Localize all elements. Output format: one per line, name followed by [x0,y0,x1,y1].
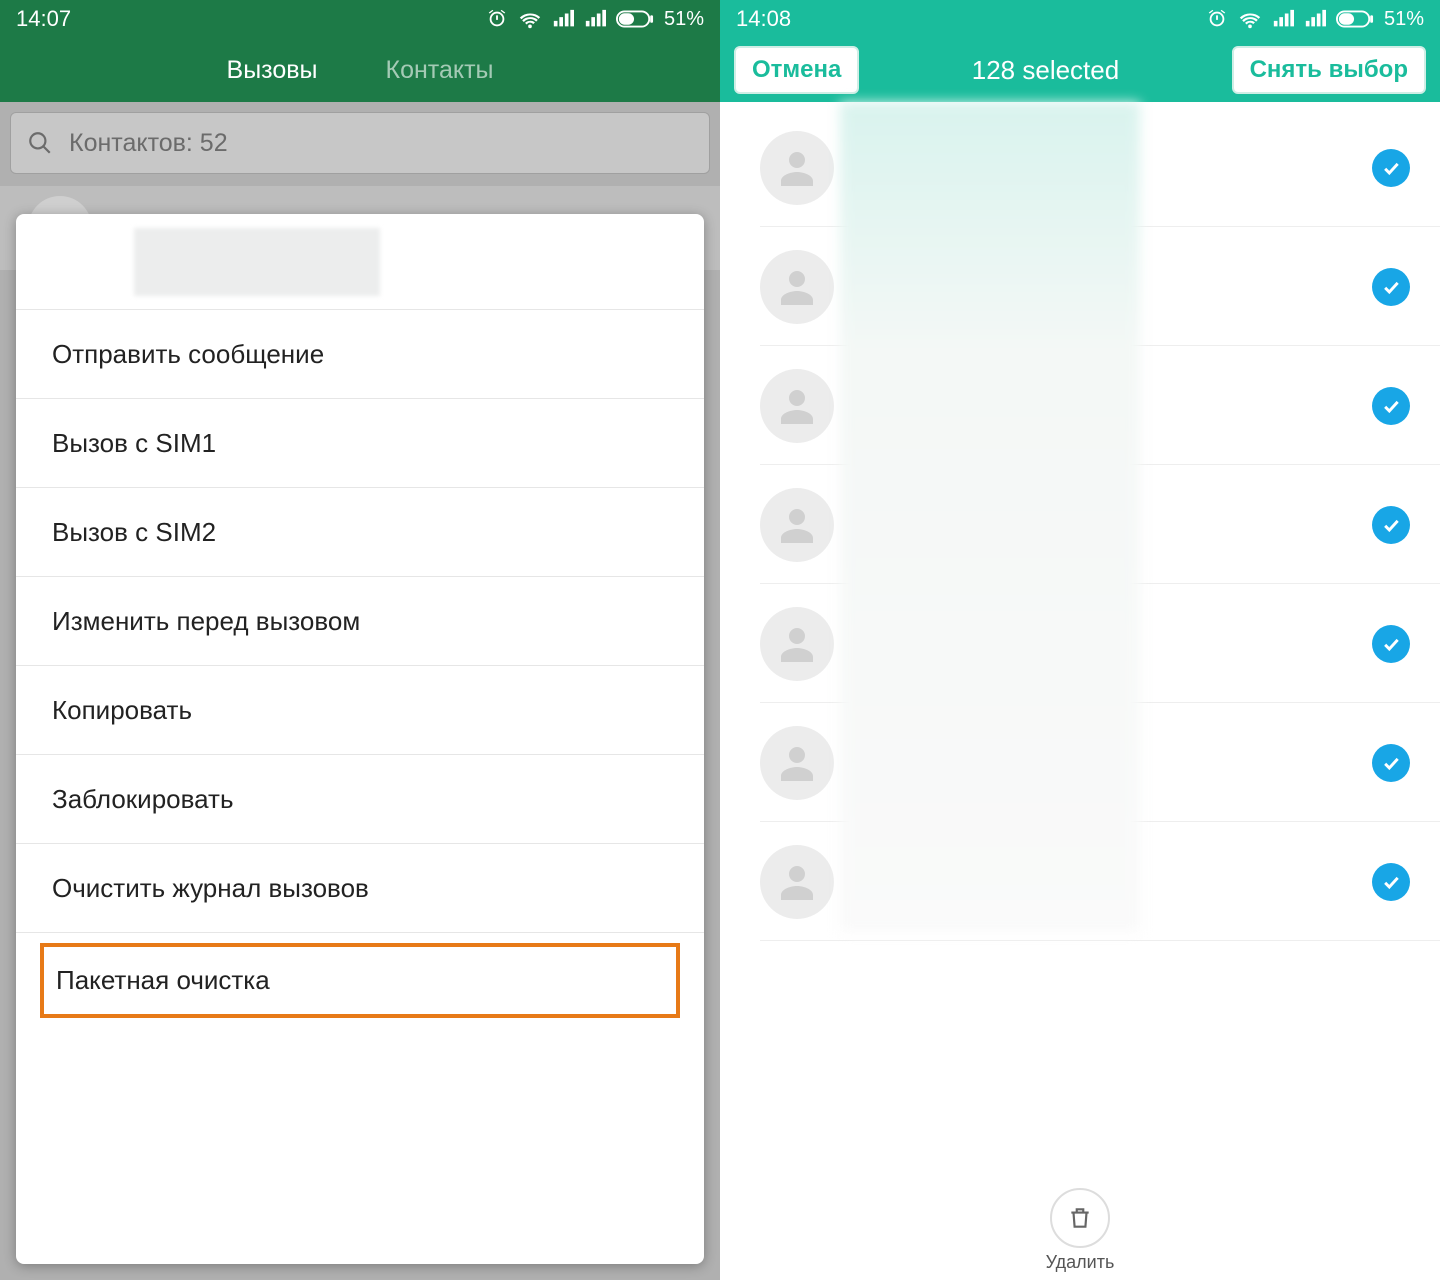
trash-icon [1067,1205,1093,1231]
avatar-icon [760,607,834,681]
battery-icon [1336,10,1374,28]
selection-check[interactable] [1372,387,1410,425]
context-menu: Отправить сообщение Вызов с SIM1 Вызов с… [16,214,704,1264]
selection-check[interactable] [1372,268,1410,306]
blurred-contact-name [134,228,380,296]
avatar-icon [760,131,834,205]
selection-bar: Отмена 128 selected Снять выбор [720,38,1440,102]
selection-check[interactable] [1372,744,1410,782]
menu-send-message[interactable]: Отправить сообщение [16,310,704,399]
blurred-names-overlay [840,102,1140,932]
footer-bar: Удалить [720,1180,1440,1280]
right-header: 14:08 51% Отмена 128 selected Снять выбо… [720,0,1440,102]
menu-copy[interactable]: Копировать [16,666,704,755]
status-time: 14:07 [16,6,71,32]
menu-block[interactable]: Заблокировать [16,755,704,844]
battery-percent: 51% [1384,8,1424,31]
delete-label: Удалить [1046,1252,1115,1273]
signal2-icon [584,8,606,30]
menu-edit-before-call[interactable]: Изменить перед вызовом [16,577,704,666]
battery-percent: 51% [664,8,704,31]
avatar-icon [760,250,834,324]
signal1-icon [1272,8,1294,30]
signal2-icon [1304,8,1326,30]
search-icon [27,130,53,156]
status-bar-right: 14:08 51% [720,0,1440,38]
tab-contacts[interactable]: Контакты [386,56,494,85]
search-label: Контактов: 52 [69,129,228,158]
wifi-icon [518,8,542,30]
search-bar[interactable]: Контактов: 52 [10,112,710,174]
alarm-icon [486,8,508,30]
battery-icon [616,10,654,28]
status-bar-left: 14:07 51% [0,0,720,38]
status-icons: 51% [486,8,704,31]
selection-check[interactable] [1372,625,1410,663]
cancel-button[interactable]: Отмена [734,46,859,94]
alarm-icon [1206,8,1228,30]
tab-calls[interactable]: Вызовы [227,56,318,85]
selection-check[interactable] [1372,149,1410,187]
tabs: Вызовы Контакты [0,38,720,102]
avatar-icon [760,369,834,443]
signal1-icon [552,8,574,30]
avatar-icon [760,726,834,800]
selection-title: 128 selected [972,55,1119,86]
selection-check[interactable] [1372,863,1410,901]
menu-call-sim2[interactable]: Вызов с SIM2 [16,488,704,577]
status-time: 14:08 [736,6,791,32]
selection-check[interactable] [1372,506,1410,544]
status-icons: 51% [1206,8,1424,31]
right-screenshot: 14:08 51% Отмена 128 selected Снять выбо… [720,0,1440,1280]
menu-clear-log[interactable]: Очистить журнал вызовов [16,844,704,933]
menu-call-sim1[interactable]: Вызов с SIM1 [16,399,704,488]
deselect-all-button[interactable]: Снять выбор [1232,46,1426,94]
avatar-icon [760,845,834,919]
left-screenshot: 14:07 51% Вызовы Контакты Контактов: 52 … [0,0,720,1280]
context-menu-header [16,214,704,310]
wifi-icon [1238,8,1262,30]
avatar-icon [760,488,834,562]
menu-batch-clean-highlighted[interactable]: Пакетная очистка [40,943,680,1018]
delete-button[interactable] [1050,1188,1110,1248]
